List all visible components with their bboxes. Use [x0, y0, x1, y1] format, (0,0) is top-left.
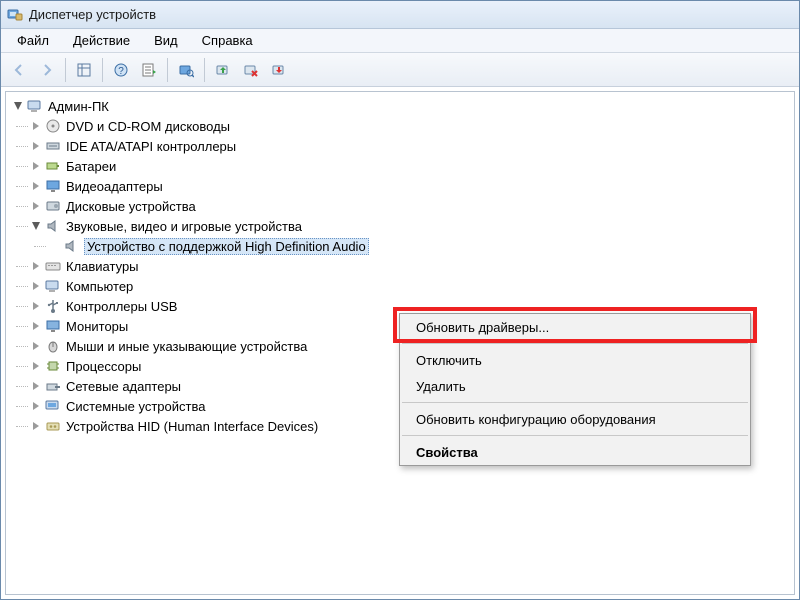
tree-item-label: Устройства HID (Human Interface Devices)	[66, 419, 318, 434]
ctx-scan-hardware[interactable]: Обновить конфигурацию оборудования	[400, 406, 750, 432]
ide-controller-icon	[44, 138, 62, 154]
ctx-divider	[402, 435, 748, 436]
ctx-delete[interactable]: Удалить	[400, 373, 750, 399]
disable-button[interactable]	[266, 57, 292, 83]
tree-root-label: Админ-ПК	[48, 99, 109, 114]
tree-item-label: Мыши и иные указывающие устройства	[66, 339, 307, 354]
tree-item-ide[interactable]: IDE ATA/ATAPI контроллеры	[28, 136, 792, 156]
tree-item-label: Звуковые, видео и игровые устройства	[66, 219, 302, 234]
tree-item-label: Системные устройства	[66, 399, 205, 414]
expander-icon[interactable]	[30, 420, 42, 432]
tree-item-label: Батареи	[66, 159, 116, 174]
tree-item-video[interactable]: Видеоадаптеры	[28, 176, 792, 196]
ctx-divider	[402, 343, 748, 344]
toolbar-separator	[65, 58, 66, 82]
menu-help[interactable]: Справка	[190, 31, 265, 50]
ctx-divider	[402, 402, 748, 403]
expander-icon[interactable]	[30, 180, 42, 192]
tree-item-batteries[interactable]: Батареи	[28, 156, 792, 176]
show-hide-tree-button[interactable]	[71, 57, 97, 83]
computer-icon	[26, 98, 44, 114]
display-adapter-icon	[44, 178, 62, 194]
update-driver-button[interactable]	[210, 57, 236, 83]
expander-icon[interactable]	[30, 300, 42, 312]
tree-item-label: Дисковые устройства	[66, 199, 196, 214]
window-title: Диспетчер устройств	[29, 7, 156, 22]
sound-device-icon	[62, 238, 80, 254]
expander-icon[interactable]	[30, 160, 42, 172]
tree-root[interactable]: Админ-ПК	[10, 96, 792, 116]
expander-icon[interactable]	[30, 320, 42, 332]
uninstall-button[interactable]	[238, 57, 264, 83]
help-button[interactable]: ?	[108, 57, 134, 83]
system-device-icon	[44, 398, 62, 414]
hid-device-icon	[44, 418, 62, 434]
tree-item-hd-audio[interactable]: Устройство с поддержкой High Definition …	[46, 236, 792, 256]
expander-icon[interactable]	[30, 200, 42, 212]
ctx-update-drivers[interactable]: Обновить драйверы...	[400, 314, 750, 340]
toolbar-separator	[167, 58, 168, 82]
expander-icon[interactable]	[12, 100, 24, 112]
toolbar-separator	[102, 58, 103, 82]
tree-item-label: DVD и CD-ROM дисководы	[66, 119, 230, 134]
network-adapter-icon	[44, 378, 62, 394]
tree-item-label: Процессоры	[66, 359, 141, 374]
disk-drive-icon	[44, 198, 62, 214]
context-menu: Обновить драйверы... Отключить Удалить О…	[399, 313, 751, 466]
tree-item-label: Клавиатуры	[66, 259, 139, 274]
tree-item-label: Мониторы	[66, 319, 128, 334]
properties-button[interactable]	[136, 57, 162, 83]
expander-icon[interactable]	[30, 260, 42, 272]
expander-icon[interactable]	[30, 340, 42, 352]
tree-item-label: Устройство с поддержкой High Definition …	[84, 238, 369, 255]
tree-item-label: Сетевые адаптеры	[66, 379, 181, 394]
tree-item-computer[interactable]: Компьютер	[28, 276, 792, 296]
sound-device-icon	[44, 218, 62, 234]
menu-action[interactable]: Действие	[61, 31, 142, 50]
ctx-properties[interactable]: Свойства	[400, 439, 750, 465]
battery-icon	[44, 158, 62, 174]
tree-item-keyboards[interactable]: Клавиатуры	[28, 256, 792, 276]
tree-item-sound[interactable]: Звуковые, видео и игровые устройства	[28, 216, 792, 236]
toolbar-separator	[204, 58, 205, 82]
expander-icon[interactable]	[30, 380, 42, 392]
cd-drive-icon	[44, 118, 62, 134]
menu-view[interactable]: Вид	[142, 31, 190, 50]
title-bar: Диспетчер устройств	[1, 1, 799, 29]
tree-item-label: IDE ATA/ATAPI контроллеры	[66, 139, 236, 154]
svg-text:?: ?	[118, 66, 124, 77]
ctx-disable[interactable]: Отключить	[400, 347, 750, 373]
expander-icon[interactable]	[30, 280, 42, 292]
expander-icon[interactable]	[30, 220, 42, 232]
mouse-icon	[44, 338, 62, 354]
tree-item-label: Контроллеры USB	[66, 299, 177, 314]
menu-file[interactable]: Файл	[5, 31, 61, 50]
tree-item-disks[interactable]: Дисковые устройства	[28, 196, 792, 216]
tree-item-label: Видеоадаптеры	[66, 179, 163, 194]
tree-item-label: Компьютер	[66, 279, 133, 294]
menu-bar: Файл Действие Вид Справка	[1, 29, 799, 53]
cpu-icon	[44, 358, 62, 374]
computer-icon	[44, 278, 62, 294]
expander-spacer	[48, 240, 60, 252]
monitor-icon	[44, 318, 62, 334]
scan-hardware-button[interactable]	[173, 57, 199, 83]
app-icon	[7, 7, 23, 23]
expander-icon[interactable]	[30, 120, 42, 132]
device-manager-window: Диспетчер устройств Файл Действие Вид Сп…	[0, 0, 800, 600]
keyboard-icon	[44, 258, 62, 274]
usb-controller-icon	[44, 298, 62, 314]
expander-icon[interactable]	[30, 140, 42, 152]
tree-item-dvd[interactable]: DVD и CD-ROM дисководы	[28, 116, 792, 136]
toolbar: ?	[1, 53, 799, 87]
expander-icon[interactable]	[30, 360, 42, 372]
forward-button[interactable]	[34, 57, 60, 83]
expander-icon[interactable]	[30, 400, 42, 412]
back-button[interactable]	[6, 57, 32, 83]
